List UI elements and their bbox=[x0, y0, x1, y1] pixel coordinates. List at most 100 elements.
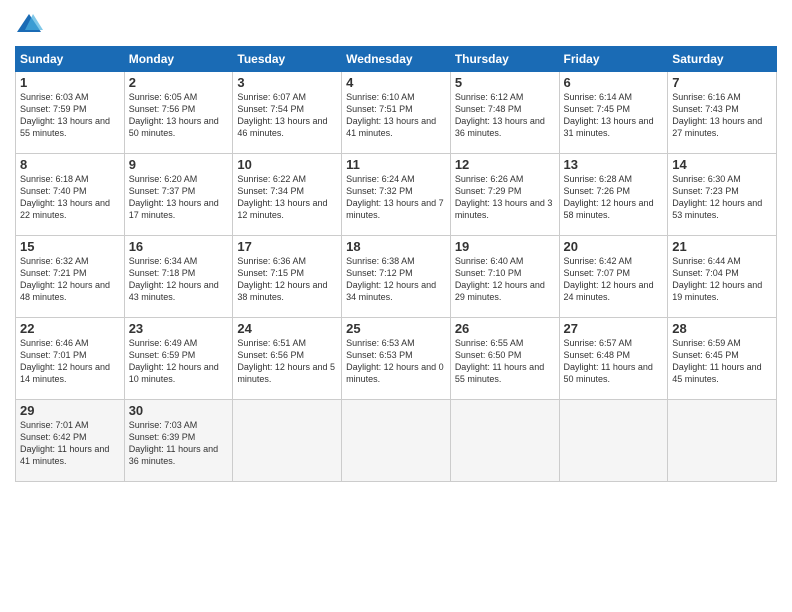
calendar-cell: 20 Sunrise: 6:42 AM Sunset: 7:07 PM Dayl… bbox=[559, 236, 668, 318]
day-info: Sunrise: 6:42 AM Sunset: 7:07 PM Dayligh… bbox=[564, 255, 664, 304]
day-info: Sunrise: 6:53 AM Sunset: 6:53 PM Dayligh… bbox=[346, 337, 446, 386]
day-number: 1 bbox=[20, 75, 120, 90]
calendar-cell bbox=[559, 400, 668, 482]
weekday-header: Saturday bbox=[668, 47, 777, 72]
calendar-body: 1 Sunrise: 6:03 AM Sunset: 7:59 PM Dayli… bbox=[16, 72, 777, 482]
day-info: Sunrise: 6:46 AM Sunset: 7:01 PM Dayligh… bbox=[20, 337, 120, 386]
calendar-cell: 2 Sunrise: 6:05 AM Sunset: 7:56 PM Dayli… bbox=[124, 72, 233, 154]
day-number: 30 bbox=[129, 403, 229, 418]
calendar-cell: 8 Sunrise: 6:18 AM Sunset: 7:40 PM Dayli… bbox=[16, 154, 125, 236]
day-info: Sunrise: 6:05 AM Sunset: 7:56 PM Dayligh… bbox=[129, 91, 229, 140]
logo bbox=[15, 10, 47, 38]
calendar-cell: 19 Sunrise: 6:40 AM Sunset: 7:10 PM Dayl… bbox=[450, 236, 559, 318]
day-info: Sunrise: 6:24 AM Sunset: 7:32 PM Dayligh… bbox=[346, 173, 446, 222]
day-number: 21 bbox=[672, 239, 772, 254]
calendar-cell: 30 Sunrise: 7:03 AM Sunset: 6:39 PM Dayl… bbox=[124, 400, 233, 482]
day-info: Sunrise: 6:38 AM Sunset: 7:12 PM Dayligh… bbox=[346, 255, 446, 304]
header bbox=[15, 10, 777, 38]
day-info: Sunrise: 6:03 AM Sunset: 7:59 PM Dayligh… bbox=[20, 91, 120, 140]
day-number: 24 bbox=[237, 321, 337, 336]
day-number: 19 bbox=[455, 239, 555, 254]
day-info: Sunrise: 6:22 AM Sunset: 7:34 PM Dayligh… bbox=[237, 173, 337, 222]
day-info: Sunrise: 6:36 AM Sunset: 7:15 PM Dayligh… bbox=[237, 255, 337, 304]
calendar-cell: 27 Sunrise: 6:57 AM Sunset: 6:48 PM Dayl… bbox=[559, 318, 668, 400]
weekday-header: Monday bbox=[124, 47, 233, 72]
calendar: SundayMondayTuesdayWednesdayThursdayFrid… bbox=[15, 46, 777, 482]
calendar-cell: 9 Sunrise: 6:20 AM Sunset: 7:37 PM Dayli… bbox=[124, 154, 233, 236]
day-number: 22 bbox=[20, 321, 120, 336]
day-info: Sunrise: 6:07 AM Sunset: 7:54 PM Dayligh… bbox=[237, 91, 337, 140]
day-info: Sunrise: 7:01 AM Sunset: 6:42 PM Dayligh… bbox=[20, 419, 120, 468]
day-number: 27 bbox=[564, 321, 664, 336]
calendar-cell: 10 Sunrise: 6:22 AM Sunset: 7:34 PM Dayl… bbox=[233, 154, 342, 236]
weekday-header: Thursday bbox=[450, 47, 559, 72]
day-info: Sunrise: 6:14 AM Sunset: 7:45 PM Dayligh… bbox=[564, 91, 664, 140]
day-info: Sunrise: 6:55 AM Sunset: 6:50 PM Dayligh… bbox=[455, 337, 555, 386]
weekday-header: Friday bbox=[559, 47, 668, 72]
calendar-cell: 21 Sunrise: 6:44 AM Sunset: 7:04 PM Dayl… bbox=[668, 236, 777, 318]
calendar-cell: 26 Sunrise: 6:55 AM Sunset: 6:50 PM Dayl… bbox=[450, 318, 559, 400]
calendar-cell: 5 Sunrise: 6:12 AM Sunset: 7:48 PM Dayli… bbox=[450, 72, 559, 154]
weekday-header-row: SundayMondayTuesdayWednesdayThursdayFrid… bbox=[16, 47, 777, 72]
calendar-cell bbox=[342, 400, 451, 482]
calendar-cell: 28 Sunrise: 6:59 AM Sunset: 6:45 PM Dayl… bbox=[668, 318, 777, 400]
day-info: Sunrise: 6:32 AM Sunset: 7:21 PM Dayligh… bbox=[20, 255, 120, 304]
calendar-cell: 6 Sunrise: 6:14 AM Sunset: 7:45 PM Dayli… bbox=[559, 72, 668, 154]
day-number: 11 bbox=[346, 157, 446, 172]
calendar-cell: 17 Sunrise: 6:36 AM Sunset: 7:15 PM Dayl… bbox=[233, 236, 342, 318]
calendar-cell bbox=[668, 400, 777, 482]
day-info: Sunrise: 6:51 AM Sunset: 6:56 PM Dayligh… bbox=[237, 337, 337, 386]
day-info: Sunrise: 6:34 AM Sunset: 7:18 PM Dayligh… bbox=[129, 255, 229, 304]
calendar-cell: 4 Sunrise: 6:10 AM Sunset: 7:51 PM Dayli… bbox=[342, 72, 451, 154]
day-number: 17 bbox=[237, 239, 337, 254]
day-number: 8 bbox=[20, 157, 120, 172]
day-number: 10 bbox=[237, 157, 337, 172]
day-info: Sunrise: 6:40 AM Sunset: 7:10 PM Dayligh… bbox=[455, 255, 555, 304]
day-number: 6 bbox=[564, 75, 664, 90]
day-number: 15 bbox=[20, 239, 120, 254]
day-number: 14 bbox=[672, 157, 772, 172]
day-info: Sunrise: 6:18 AM Sunset: 7:40 PM Dayligh… bbox=[20, 173, 120, 222]
calendar-cell bbox=[450, 400, 559, 482]
calendar-week-row: 22 Sunrise: 6:46 AM Sunset: 7:01 PM Dayl… bbox=[16, 318, 777, 400]
day-number: 12 bbox=[455, 157, 555, 172]
day-number: 23 bbox=[129, 321, 229, 336]
day-info: Sunrise: 6:12 AM Sunset: 7:48 PM Dayligh… bbox=[455, 91, 555, 140]
calendar-cell: 23 Sunrise: 6:49 AM Sunset: 6:59 PM Dayl… bbox=[124, 318, 233, 400]
day-number: 9 bbox=[129, 157, 229, 172]
calendar-week-row: 1 Sunrise: 6:03 AM Sunset: 7:59 PM Dayli… bbox=[16, 72, 777, 154]
page: SundayMondayTuesdayWednesdayThursdayFrid… bbox=[0, 0, 792, 612]
day-info: Sunrise: 6:16 AM Sunset: 7:43 PM Dayligh… bbox=[672, 91, 772, 140]
weekday-header: Tuesday bbox=[233, 47, 342, 72]
day-info: Sunrise: 6:26 AM Sunset: 7:29 PM Dayligh… bbox=[455, 173, 555, 222]
day-number: 13 bbox=[564, 157, 664, 172]
day-info: Sunrise: 6:49 AM Sunset: 6:59 PM Dayligh… bbox=[129, 337, 229, 386]
day-number: 26 bbox=[455, 321, 555, 336]
calendar-cell: 12 Sunrise: 6:26 AM Sunset: 7:29 PM Dayl… bbox=[450, 154, 559, 236]
day-number: 3 bbox=[237, 75, 337, 90]
day-number: 18 bbox=[346, 239, 446, 254]
day-info: Sunrise: 6:28 AM Sunset: 7:26 PM Dayligh… bbox=[564, 173, 664, 222]
calendar-week-row: 8 Sunrise: 6:18 AM Sunset: 7:40 PM Dayli… bbox=[16, 154, 777, 236]
calendar-cell bbox=[233, 400, 342, 482]
day-number: 5 bbox=[455, 75, 555, 90]
calendar-cell: 14 Sunrise: 6:30 AM Sunset: 7:23 PM Dayl… bbox=[668, 154, 777, 236]
weekday-header: Wednesday bbox=[342, 47, 451, 72]
calendar-cell: 1 Sunrise: 6:03 AM Sunset: 7:59 PM Dayli… bbox=[16, 72, 125, 154]
day-info: Sunrise: 6:44 AM Sunset: 7:04 PM Dayligh… bbox=[672, 255, 772, 304]
day-number: 4 bbox=[346, 75, 446, 90]
day-number: 2 bbox=[129, 75, 229, 90]
calendar-cell: 16 Sunrise: 6:34 AM Sunset: 7:18 PM Dayl… bbox=[124, 236, 233, 318]
day-number: 20 bbox=[564, 239, 664, 254]
calendar-week-row: 15 Sunrise: 6:32 AM Sunset: 7:21 PM Dayl… bbox=[16, 236, 777, 318]
day-number: 25 bbox=[346, 321, 446, 336]
day-number: 28 bbox=[672, 321, 772, 336]
calendar-cell: 11 Sunrise: 6:24 AM Sunset: 7:32 PM Dayl… bbox=[342, 154, 451, 236]
calendar-cell: 18 Sunrise: 6:38 AM Sunset: 7:12 PM Dayl… bbox=[342, 236, 451, 318]
calendar-cell: 22 Sunrise: 6:46 AM Sunset: 7:01 PM Dayl… bbox=[16, 318, 125, 400]
calendar-cell: 15 Sunrise: 6:32 AM Sunset: 7:21 PM Dayl… bbox=[16, 236, 125, 318]
calendar-cell: 24 Sunrise: 6:51 AM Sunset: 6:56 PM Dayl… bbox=[233, 318, 342, 400]
day-info: Sunrise: 7:03 AM Sunset: 6:39 PM Dayligh… bbox=[129, 419, 229, 468]
day-info: Sunrise: 6:57 AM Sunset: 6:48 PM Dayligh… bbox=[564, 337, 664, 386]
day-info: Sunrise: 6:30 AM Sunset: 7:23 PM Dayligh… bbox=[672, 173, 772, 222]
